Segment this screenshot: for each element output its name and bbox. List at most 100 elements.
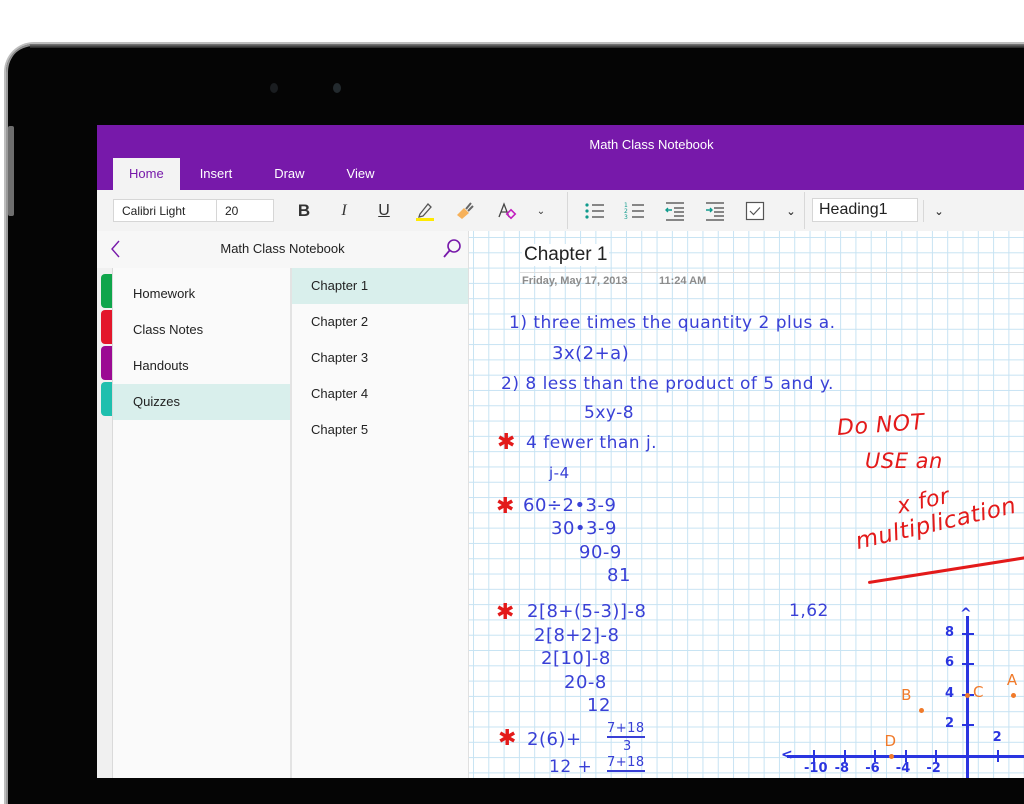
graph-point-d [888, 754, 894, 759]
underline-button[interactable]: U [370, 198, 398, 224]
red-check-mark-icon: ✱ [496, 493, 515, 518]
title-divider [519, 272, 1024, 273]
clear-formatting-button[interactable] [493, 198, 521, 224]
page-date: Friday, May 17, 2013 [522, 275, 628, 287]
y-tick-label: 6 [945, 655, 955, 671]
page-item-chapter-4[interactable]: Chapter 4 [292, 376, 468, 412]
title-bar: Math Class Notebook Home Insert Draw Vie… [97, 125, 1024, 190]
numbered-list-button[interactable]: 1 2 3 [621, 198, 649, 224]
search-icon [443, 239, 461, 258]
sections-list: Homework Class Notes Handouts Quizzes [113, 268, 292, 778]
red-check-mark-icon: ✱ [498, 725, 517, 750]
ink-step-5c: 20-8 [564, 672, 607, 693]
ribbon-divider [804, 192, 805, 229]
ink-step-4a: 30•3-9 [551, 518, 617, 539]
font-name-input[interactable]: Calibri Light [113, 199, 217, 222]
x-tick-label: -10 [804, 761, 828, 776]
bezel-edge [30, 44, 1024, 48]
app-title: Math Class Notebook [589, 137, 714, 152]
page-item-chapter-2[interactable]: Chapter 2 [292, 304, 468, 340]
x-tick [996, 750, 999, 762]
y-tick-label: 2 [945, 716, 955, 732]
sensor-icon [270, 83, 278, 93]
page-item-chapter-5[interactable]: Chapter 5 [292, 412, 468, 448]
ink-problem-1: 1) three times the quantity 2 plus a. [509, 313, 836, 333]
x-tick-label: -8 [834, 761, 850, 776]
ink-step-6a: 12 + [549, 757, 593, 777]
bullet-list-button[interactable] [581, 198, 609, 224]
ink-fraction-numerator-2: 7+18 [607, 755, 645, 772]
y-tick [962, 663, 974, 666]
bullet-list-icon [585, 203, 604, 219]
navigation-header: Math Class Notebook [97, 231, 469, 269]
ink-fraction-numerator: 7+18 [607, 721, 645, 738]
todo-checkbox-icon [745, 201, 765, 221]
format-painter-button[interactable] [451, 198, 479, 224]
tab-home[interactable]: Home [113, 158, 180, 190]
section-color-strip [97, 268, 113, 778]
onenote-window: Math Class Notebook Home Insert Draw Vie… [97, 125, 1024, 778]
section-color-tab-homework[interactable] [101, 274, 112, 308]
y-tick [962, 724, 974, 727]
x-tick-label: -6 [865, 761, 880, 776]
ink-problem-5: 2[8+(5-3)]-8 [527, 601, 647, 622]
ink-problem-6: 2(6)+ [527, 729, 582, 750]
x-tick-label: 2 [992, 730, 1002, 745]
ink-step-4b: 90-9 [579, 542, 622, 563]
indent-button[interactable] [701, 198, 729, 224]
section-item-class-notes[interactable]: Class Notes [113, 312, 290, 348]
todo-tag-button[interactable] [741, 198, 769, 224]
svg-text:3: 3 [624, 214, 628, 221]
graph-point-label-c: C [973, 682, 984, 701]
graph-point-a [1010, 692, 1016, 698]
style-dropdown-button[interactable]: ⌄ [925, 198, 953, 224]
ink-step-5b: 2[10]-8 [541, 648, 611, 669]
highlight-button[interactable] [411, 198, 439, 224]
style-select[interactable]: Heading1 [812, 198, 918, 222]
section-color-tab-class-notes[interactable] [101, 310, 112, 344]
outdent-button[interactable] [661, 198, 689, 224]
section-color-tab-handouts[interactable] [101, 346, 112, 380]
page-time: 11:24 AM [659, 275, 707, 287]
page-canvas[interactable]: Chapter 1 Friday, May 17, 2013 11:24 AM … [469, 231, 1024, 778]
y-tick-label: 4 [945, 685, 955, 701]
tab-draw[interactable]: Draw [258, 158, 320, 190]
indent-icon [706, 202, 724, 221]
tab-insert[interactable]: Insert [184, 158, 249, 190]
ink-problem-2: 2) 8 less than the product of 5 and y. [501, 374, 834, 394]
ribbon-divider [567, 192, 568, 229]
ribbon-toolbar: Calibri Light 20 B I U ⌄ 1 2 3 ⌄ Heading… [97, 190, 1024, 232]
teacher-note-line-2: USE an [865, 449, 943, 473]
page-item-chapter-1[interactable]: Chapter 1 [292, 268, 468, 304]
numbered-list-icon: 1 2 3 [624, 202, 644, 221]
section-color-tab-quizzes[interactable] [101, 382, 112, 416]
section-item-homework[interactable]: Homework [113, 276, 290, 312]
search-button[interactable] [441, 238, 463, 260]
ink-answer-3: j-4 [549, 464, 570, 482]
page-item-chapter-3[interactable]: Chapter 3 [292, 340, 468, 376]
graph-point-c [965, 692, 970, 698]
page-title[interactable]: Chapter 1 [522, 244, 610, 266]
underline-icon: U [378, 202, 390, 219]
ink-problem-3: 4 fewer than j. [526, 433, 658, 453]
ink-fraction-denominator: 3 [623, 739, 632, 754]
tags-more-button[interactable]: ⌄ [777, 198, 805, 224]
teacher-note-line-1: Do NOT [836, 409, 926, 442]
ink-answer-2: 5xy-8 [584, 403, 635, 423]
italic-button[interactable]: I [330, 198, 358, 224]
font-more-button[interactable]: ⌄ [527, 198, 555, 224]
ink-step-5d: 12 [587, 695, 611, 716]
clear-formatting-icon [498, 202, 517, 220]
section-item-handouts[interactable]: Handouts [113, 348, 290, 384]
tab-view[interactable]: View [331, 158, 391, 190]
font-size-input[interactable]: 20 [216, 199, 274, 222]
side-button [8, 126, 14, 216]
ink-problem-4: 60÷2•3-9 [523, 495, 617, 516]
chevron-down-icon: ⌄ [786, 205, 796, 218]
bold-button[interactable]: B [290, 198, 318, 224]
outdent-icon [665, 202, 684, 221]
y-tick-label: 8 [945, 624, 955, 640]
section-item-quizzes[interactable]: Quizzes [113, 384, 290, 420]
red-check-mark-icon: ✱ [497, 429, 516, 454]
teacher-note-underline [867, 554, 1024, 585]
